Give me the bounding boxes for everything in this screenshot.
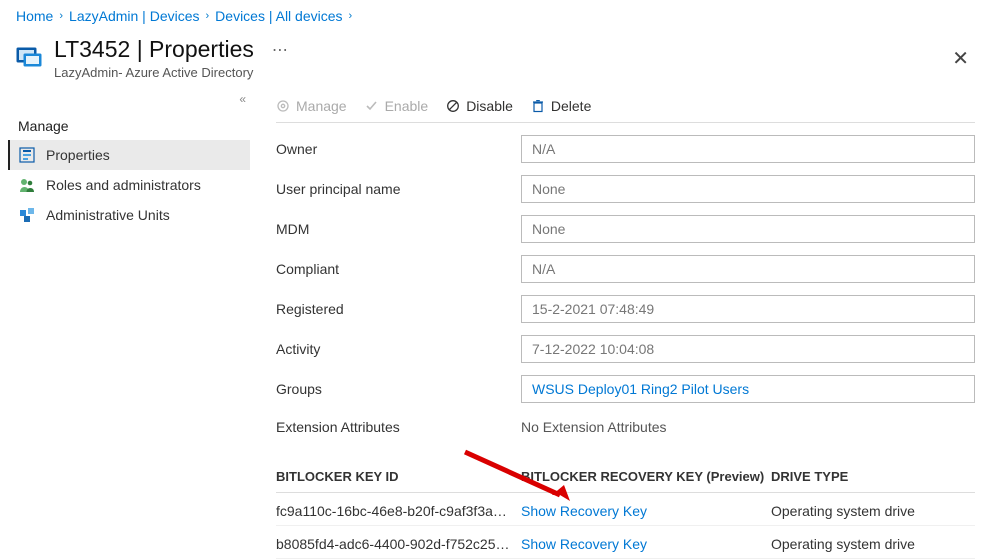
property-label: Activity (276, 341, 521, 357)
toolbar: Manage Enable Disable Delete (276, 94, 975, 123)
bitlocker-row: b8085fd4-adc6-4400-902d-f752c25f54...Sho… (276, 526, 975, 559)
close-button[interactable]: ✕ (946, 40, 975, 77)
sidebar-item-roles[interactable]: Roles and administrators (8, 170, 250, 200)
property-row: Registered (276, 295, 975, 323)
sidebar-item-admin-units[interactable]: Administrative Units (8, 200, 250, 230)
sidebar-heading-manage: Manage (8, 112, 260, 140)
property-value-field[interactable] (521, 135, 975, 163)
device-icon (16, 46, 44, 70)
bitlocker-header-key: BITLOCKER RECOVERY KEY (Preview) (521, 469, 771, 484)
roles-icon (18, 176, 36, 194)
sidebar: « Manage Properties Roles and administra… (0, 84, 260, 559)
property-value-field[interactable] (521, 335, 975, 363)
property-value-field[interactable] (521, 215, 975, 243)
property-list: Owner User principal name MDM Compliant Regi… (276, 123, 975, 439)
property-label: Owner (276, 141, 521, 157)
sidebar-item-label: Administrative Units (46, 207, 170, 223)
manage-button: Manage (276, 98, 347, 114)
property-label: User principal name (276, 181, 521, 197)
enable-button: Enable (365, 98, 429, 114)
check-icon (365, 99, 379, 113)
show-recovery-key-link[interactable]: Show Recovery Key (521, 536, 771, 552)
property-row: GroupsWSUS Deploy01 Ring2 Pilot Users (276, 375, 975, 403)
bitlocker-header-id: BITLOCKER KEY ID (276, 469, 521, 484)
sidebar-item-label: Properties (46, 147, 110, 163)
chevron-right-icon: › (349, 10, 353, 22)
property-row: Activity (276, 335, 975, 363)
breadcrumb-home[interactable]: Home (16, 8, 53, 24)
property-value-field[interactable] (521, 295, 975, 323)
sidebar-item-properties[interactable]: Properties (8, 140, 250, 170)
breadcrumb-devices[interactable]: LazyAdmin | Devices (69, 8, 199, 24)
trash-icon (531, 99, 545, 113)
property-value-link[interactable]: WSUS Deploy01 Ring2 Pilot Users (521, 375, 975, 403)
property-label: MDM (276, 221, 521, 237)
bitlocker-row: fc9a110c-16bc-46e8-b20f-c9af3f3a9ccdShow… (276, 493, 975, 526)
more-actions-button[interactable]: ⋯ (272, 40, 288, 60)
gear-icon (276, 99, 290, 113)
chevron-right-icon: › (206, 10, 210, 22)
property-row: Extension AttributesNo Extension Attribu… (276, 415, 975, 439)
bitlocker-drive-type: Operating system drive (771, 536, 975, 552)
bitlocker-header-drive: DRIVE TYPE (771, 469, 975, 484)
property-value-field[interactable] (521, 255, 975, 283)
collapse-sidebar-button[interactable]: « (8, 92, 260, 106)
disable-button[interactable]: Disable (446, 98, 513, 114)
page-subtitle: LazyAdmin- Azure Active Directory (54, 65, 946, 80)
admin-units-icon (18, 206, 36, 224)
bitlocker-key-id: b8085fd4-adc6-4400-902d-f752c25f54... (276, 536, 521, 552)
show-recovery-key-link[interactable]: Show Recovery Key (521, 503, 771, 519)
property-value-field[interactable] (521, 175, 975, 203)
content-area: Manage Enable Disable Delete O (260, 84, 991, 559)
delete-button[interactable]: Delete (531, 98, 591, 114)
property-label: Groups (276, 381, 521, 397)
bitlocker-key-id: fc9a110c-16bc-46e8-b20f-c9af3f3a9ccd (276, 503, 521, 519)
disable-icon (446, 99, 460, 113)
properties-icon (18, 146, 36, 164)
property-label: Registered (276, 301, 521, 317)
chevron-right-icon: › (59, 10, 63, 22)
bitlocker-drive-type: Operating system drive (771, 503, 975, 519)
property-value-static: No Extension Attributes (521, 415, 975, 439)
property-row: MDM (276, 215, 975, 243)
property-row: User principal name (276, 175, 975, 203)
page-title: LT3452 | Properties (54, 36, 254, 63)
property-row: Owner (276, 135, 975, 163)
breadcrumb: Home › LazyAdmin | Devices › Devices | A… (0, 0, 991, 30)
breadcrumb-all-devices[interactable]: Devices | All devices (215, 8, 342, 24)
sidebar-item-label: Roles and administrators (46, 177, 201, 193)
property-label: Compliant (276, 261, 521, 277)
property-row: Compliant (276, 255, 975, 283)
property-label: Extension Attributes (276, 419, 521, 435)
page-header: LT3452 | Properties ⋯ LazyAdmin- Azure A… (0, 30, 991, 84)
bitlocker-section: BITLOCKER KEY ID BITLOCKER RECOVERY KEY … (276, 469, 975, 559)
